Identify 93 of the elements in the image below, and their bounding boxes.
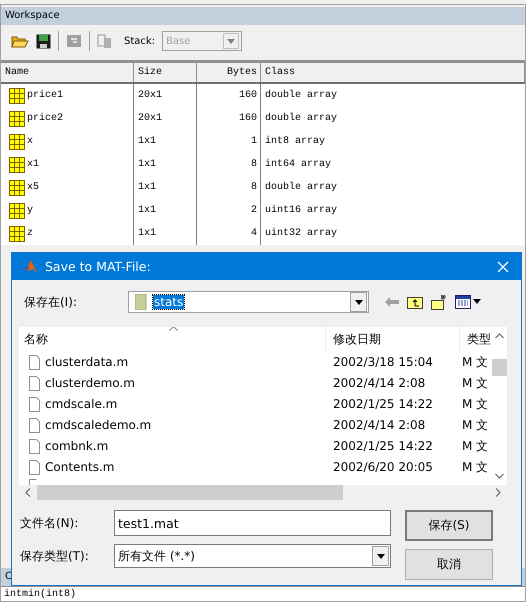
filename-field[interactable]: test1.mat bbox=[114, 510, 391, 536]
table-cell-text: double array bbox=[264, 180, 338, 195]
file-icon bbox=[29, 376, 40, 391]
table-cell: 1x1 bbox=[134, 222, 197, 245]
file-type: M 文 bbox=[461, 417, 490, 434]
table-cell: 1x1 bbox=[134, 153, 197, 176]
column-header[interactable]: Class bbox=[261, 63, 525, 82]
column-header[interactable]: 名称 bbox=[19, 327, 325, 352]
file-date: 2002/4/14 2:08 bbox=[332, 375, 426, 392]
variable-name[interactable]: price1 bbox=[27, 84, 64, 107]
scrollbar-thumb[interactable] bbox=[37, 485, 343, 500]
folder-icon bbox=[135, 294, 147, 310]
file-type: M 文 bbox=[461, 375, 490, 392]
table-cell-text: int8 array bbox=[264, 134, 326, 149]
file-type: M 文 bbox=[461, 396, 490, 413]
variable-name[interactable]: x1 bbox=[27, 153, 40, 176]
file-date: 2002/1/25 14:22 bbox=[332, 396, 434, 413]
dialog-title: Save to MAT-File: bbox=[45, 259, 152, 274]
file-name[interactable]: clusterdemo.m bbox=[45, 373, 135, 394]
caret-icon bbox=[354, 300, 362, 304]
file-date: 2002/3/18 15:04 bbox=[332, 354, 434, 371]
scrollbar-thumb[interactable] bbox=[492, 359, 507, 376]
matrix-icon bbox=[9, 202, 25, 218]
table-cell: 8 bbox=[197, 176, 261, 199]
folder-dropdown[interactable]: stats bbox=[128, 291, 369, 313]
column-header[interactable]: 类型 bbox=[459, 327, 492, 352]
save-in-label: 保存在(I): bbox=[24, 294, 78, 310]
table-cell: 1x1 bbox=[134, 176, 197, 199]
panel-title: Workspace bbox=[1, 7, 525, 25]
variable-name[interactable]: price2 bbox=[27, 107, 64, 130]
file-icon bbox=[29, 460, 40, 475]
table-cell: 1x1 bbox=[134, 130, 197, 153]
variable-name[interactable]: x bbox=[27, 130, 34, 153]
table-cell: 160 bbox=[197, 107, 261, 130]
matrix-icon bbox=[9, 88, 25, 104]
table-cell-text: double array bbox=[264, 88, 338, 103]
column-header[interactable]: Size bbox=[134, 63, 197, 82]
table-cell-text: uint16 array bbox=[264, 204, 338, 218]
view-menu-icon[interactable] bbox=[455, 295, 481, 309]
new-folder-icon[interactable] bbox=[431, 294, 447, 310]
matrix-icon bbox=[9, 110, 25, 126]
variable-name[interactable]: x5 bbox=[27, 176, 40, 199]
file-icon bbox=[29, 397, 40, 412]
file-type: M 文 bbox=[461, 438, 490, 455]
filetype-label: 保存类型(T): bbox=[20, 548, 90, 564]
table-cell: 2 bbox=[197, 199, 261, 222]
table-cell-text: uint32 array bbox=[264, 226, 338, 241]
cancel-button[interactable]: 取消 bbox=[405, 549, 493, 580]
scroll-left-icon[interactable] bbox=[25, 488, 31, 497]
filename-label: 文件名(N): bbox=[20, 514, 80, 532]
column-header[interactable]: Name bbox=[1, 63, 134, 82]
table-cell: 20x1 bbox=[134, 84, 197, 107]
table-cell: 8 bbox=[197, 153, 261, 176]
caret-icon bbox=[376, 554, 384, 558]
variable-name[interactable]: y bbox=[27, 199, 34, 222]
file-name[interactable]: Contents.m bbox=[45, 457, 114, 478]
table-cell: 4 bbox=[197, 222, 261, 245]
matrix-icon bbox=[9, 156, 25, 172]
close-icon[interactable] bbox=[497, 260, 509, 272]
file-date: 2002/1/25 14:22 bbox=[332, 438, 434, 455]
table-cell: 20x1 bbox=[134, 107, 197, 130]
filetype-dropdown[interactable]: 所有文件 (*.*) bbox=[114, 544, 391, 568]
matrix-icon bbox=[9, 180, 25, 196]
table-cell: 1x1 bbox=[134, 199, 197, 222]
table-cell-text: double array bbox=[264, 112, 338, 126]
file-icon bbox=[29, 355, 40, 370]
stack-label: Stack: bbox=[124, 36, 156, 46]
table-cell-text: int64 array bbox=[264, 158, 332, 172]
file-type: M 文 bbox=[461, 459, 490, 476]
matrix-icon bbox=[9, 226, 25, 242]
scroll-down-icon[interactable] bbox=[495, 473, 504, 479]
save-icon[interactable] bbox=[36, 34, 51, 48]
file-name[interactable]: combnk.m bbox=[45, 436, 108, 457]
matrix-icon bbox=[9, 134, 25, 150]
file-date: 2002/6/20 20:05 bbox=[332, 459, 434, 476]
up-folder-icon[interactable] bbox=[407, 295, 423, 309]
table-cell: 160 bbox=[197, 84, 261, 107]
table-cell: 1 bbox=[197, 130, 261, 153]
scroll-up-icon[interactable] bbox=[495, 333, 504, 339]
file-icon bbox=[29, 418, 40, 433]
file-name[interactable]: clusterdata.m bbox=[45, 352, 128, 373]
file-date: 2002/4/14 2:08 bbox=[332, 417, 426, 434]
app-logo-icon bbox=[22, 258, 38, 274]
file-name[interactable]: cmdscale.m bbox=[45, 394, 118, 415]
save-button[interactable]: 保存(S) bbox=[405, 510, 493, 541]
file-icon bbox=[29, 439, 40, 454]
column-header[interactable]: Bytes bbox=[197, 63, 261, 82]
file-name[interactable]: cmdscaledemo.m bbox=[45, 415, 152, 436]
file-type: M 文 bbox=[461, 354, 490, 371]
column-header[interactable]: 修改日期 bbox=[325, 327, 459, 352]
caret-icon bbox=[227, 38, 236, 44]
scroll-right-icon[interactable] bbox=[495, 488, 501, 497]
variable-name[interactable]: z bbox=[27, 222, 34, 245]
